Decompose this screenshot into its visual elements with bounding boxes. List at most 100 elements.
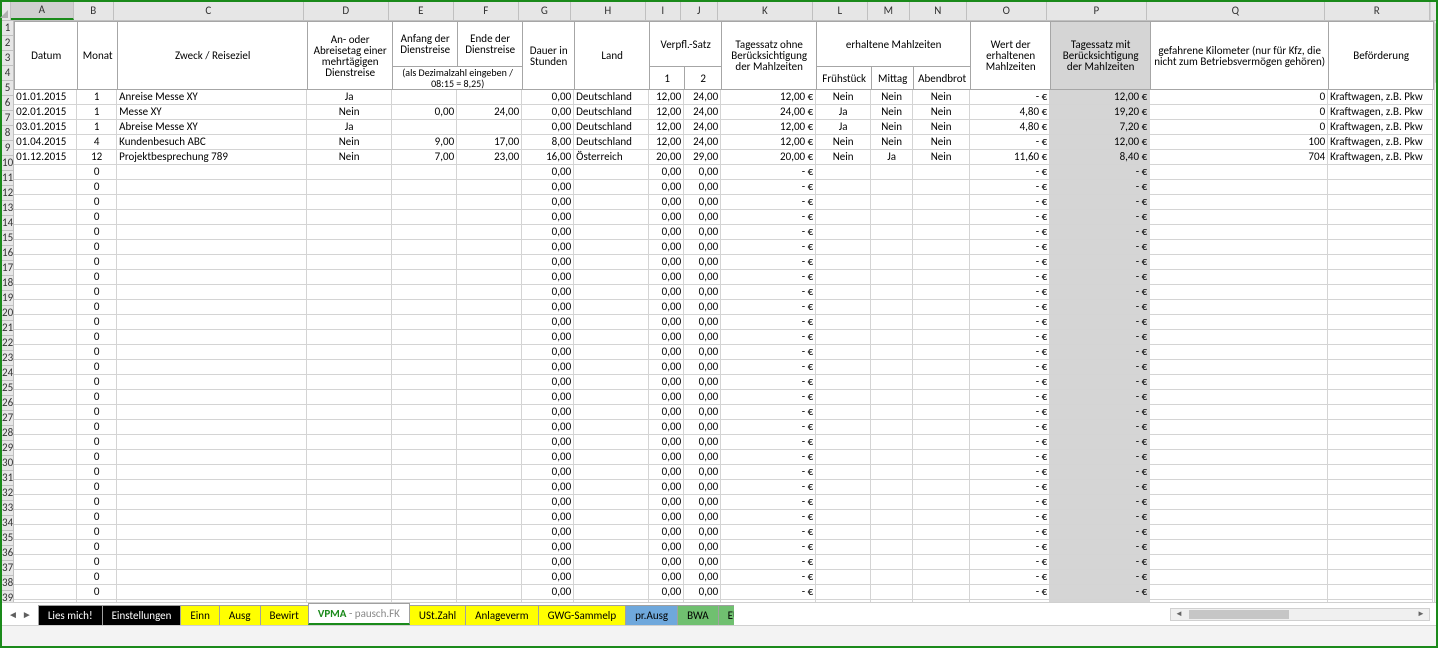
cell[interactable]: Nein: [307, 135, 392, 150]
cell[interactable]: [816, 480, 871, 495]
cell[interactable]: - €: [970, 510, 1050, 525]
cell[interactable]: - €: [1050, 480, 1150, 495]
cell[interactable]: [574, 600, 649, 602]
cell[interactable]: [1150, 465, 1328, 480]
row-header[interactable]: 29: [2, 441, 13, 456]
cell[interactable]: 0: [77, 600, 117, 602]
cell[interactable]: 0,00: [649, 525, 684, 540]
cell[interactable]: [913, 360, 970, 375]
cell[interactable]: 0,00: [522, 210, 574, 225]
cell[interactable]: [14, 345, 77, 360]
hscroll-thumb[interactable]: [1189, 610, 1289, 619]
cell[interactable]: 0,00: [684, 570, 721, 585]
row-header[interactable]: 32: [2, 486, 13, 501]
table-row[interactable]: 00,000,000,00- €- €- €: [14, 450, 1434, 465]
cell[interactable]: [307, 360, 392, 375]
cell[interactable]: 0,00: [392, 105, 457, 120]
cell[interactable]: Ja: [871, 150, 913, 165]
cell[interactable]: [307, 540, 392, 555]
cell[interactable]: 0,00: [649, 405, 684, 420]
cell[interactable]: 0: [77, 240, 117, 255]
cell[interactable]: - €: [970, 240, 1050, 255]
col-header-L[interactable]: L: [813, 2, 868, 20]
cell[interactable]: [457, 285, 522, 300]
cell[interactable]: [392, 345, 457, 360]
cell[interactable]: - €: [1050, 450, 1150, 465]
cell[interactable]: [816, 195, 871, 210]
cell[interactable]: - €: [1050, 330, 1150, 345]
cell[interactable]: [816, 240, 871, 255]
cell[interactable]: - €: [970, 330, 1050, 345]
cell[interactable]: - €: [970, 495, 1050, 510]
cell[interactable]: [392, 360, 457, 375]
cell[interactable]: [457, 195, 522, 210]
cell[interactable]: [913, 285, 970, 300]
cell[interactable]: [574, 210, 649, 225]
cell[interactable]: 0: [77, 210, 117, 225]
cell[interactable]: 20,00: [649, 150, 684, 165]
cell[interactable]: [117, 495, 307, 510]
col-header-A[interactable]: A: [11, 2, 74, 20]
table-row[interactable]: 00,000,000,00- €- €- €: [14, 600, 1434, 602]
cell[interactable]: - €: [970, 390, 1050, 405]
table-row[interactable]: 00,000,000,00- €- €- €: [14, 420, 1434, 435]
cell[interactable]: [913, 225, 970, 240]
cell[interactable]: 0,00: [684, 315, 721, 330]
table-row[interactable]: 00,000,000,00- €- €- €: [14, 585, 1434, 600]
cell[interactable]: 0,00: [649, 435, 684, 450]
cell[interactable]: - €: [970, 270, 1050, 285]
cell[interactable]: [1150, 600, 1328, 602]
cell[interactable]: [574, 360, 649, 375]
cell[interactable]: - €: [970, 570, 1050, 585]
table-row[interactable]: 00,000,000,00- €- €- €: [14, 240, 1434, 255]
cell[interactable]: 0,00: [649, 285, 684, 300]
cell[interactable]: [1328, 210, 1433, 225]
cell[interactable]: [871, 465, 913, 480]
cell[interactable]: [457, 300, 522, 315]
cell[interactable]: [913, 540, 970, 555]
cell[interactable]: [816, 375, 871, 390]
cell[interactable]: [1328, 375, 1433, 390]
cell[interactable]: [1150, 270, 1328, 285]
cell[interactable]: 8,00: [522, 135, 574, 150]
cell[interactable]: 0: [1150, 105, 1328, 120]
cell[interactable]: [14, 540, 77, 555]
col-header-G[interactable]: G: [519, 2, 571, 20]
cell[interactable]: [14, 300, 77, 315]
cell[interactable]: [1150, 240, 1328, 255]
cell[interactable]: Messe XY: [117, 105, 307, 120]
cell[interactable]: [392, 375, 457, 390]
cell[interactable]: Ja: [816, 120, 871, 135]
cell[interactable]: 24,00: [684, 105, 721, 120]
cell[interactable]: 12,00: [649, 90, 684, 105]
cell[interactable]: 12: [77, 150, 117, 165]
cell[interactable]: Abreise Messe XY: [117, 120, 307, 135]
cell[interactable]: [913, 435, 970, 450]
cell[interactable]: [14, 525, 77, 540]
cell[interactable]: - €: [1050, 585, 1150, 600]
row-header[interactable]: 26: [2, 396, 13, 411]
sheet-tab[interactable]: pr.Ausg: [625, 605, 678, 625]
cell[interactable]: [1150, 330, 1328, 345]
cell[interactable]: [14, 405, 77, 420]
cell[interactable]: - €: [1050, 270, 1150, 285]
cell[interactable]: [574, 180, 649, 195]
cell[interactable]: [1328, 165, 1433, 180]
sheet-tab[interactable]: Einn: [180, 605, 219, 625]
table-row[interactable]: 00,000,000,00- €- €- €: [14, 525, 1434, 540]
cell[interactable]: [117, 255, 307, 270]
col-header-D[interactable]: D: [304, 2, 389, 20]
cell[interactable]: [1328, 420, 1433, 435]
cell[interactable]: [14, 420, 77, 435]
cell[interactable]: 4,80 €: [970, 120, 1050, 135]
table-row[interactable]: 00,000,000,00- €- €- €: [14, 390, 1434, 405]
cell[interactable]: Ja: [307, 90, 392, 105]
cell[interactable]: Nein: [913, 90, 970, 105]
cell[interactable]: [392, 330, 457, 345]
cell[interactable]: [392, 240, 457, 255]
cell[interactable]: [457, 450, 522, 465]
cell[interactable]: - €: [1050, 405, 1150, 420]
cell[interactable]: [871, 585, 913, 600]
row-header[interactable]: 9: [2, 141, 13, 156]
cell[interactable]: - €: [970, 480, 1050, 495]
